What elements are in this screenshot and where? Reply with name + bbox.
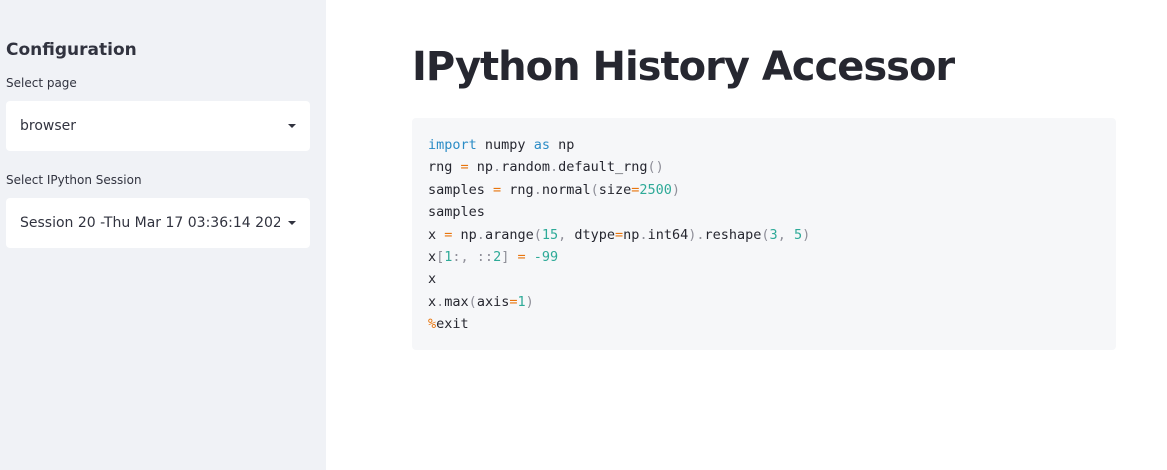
code-line: rng = np.random.default_rng() xyxy=(428,159,664,176)
chevron-down-icon xyxy=(288,221,296,225)
page-title: IPython History Accessor xyxy=(412,44,955,90)
select-session-dropdown[interactable]: Session 20 -Thu Mar 17 03:36:14 2022 xyxy=(6,198,310,248)
code-line: x xyxy=(428,271,437,288)
code-line: x.max(axis=1) xyxy=(428,293,534,310)
sidebar: Configuration Select page browser Select… xyxy=(0,0,326,470)
code-line: samples xyxy=(428,204,485,221)
main-content: IPython History Accessor import numpy as… xyxy=(326,0,1167,470)
select-page-value: browser xyxy=(20,118,77,134)
code-line: x[1:, ::2] = -99 xyxy=(428,248,559,265)
code-line: %exit xyxy=(428,316,469,333)
code-block: import numpy as np rng = np.random.defaul… xyxy=(412,118,1116,350)
code-line: x = np.arange(15, dtype=np.int64).reshap… xyxy=(428,226,811,243)
app-root: Configuration Select page browser Select… xyxy=(0,0,1167,470)
chevron-down-icon xyxy=(288,124,296,128)
select-session-label: Select IPython Session xyxy=(6,173,142,187)
code-line: import numpy as np xyxy=(428,137,575,153)
select-session-value: Session 20 -Thu Mar 17 03:36:14 2022 xyxy=(20,215,280,231)
select-page-label: Select page xyxy=(6,76,77,90)
select-page-dropdown[interactable]: browser xyxy=(6,101,310,151)
sidebar-heading: Configuration xyxy=(6,40,137,60)
code-line: samples = rng.normal(size=2500) xyxy=(428,181,681,198)
